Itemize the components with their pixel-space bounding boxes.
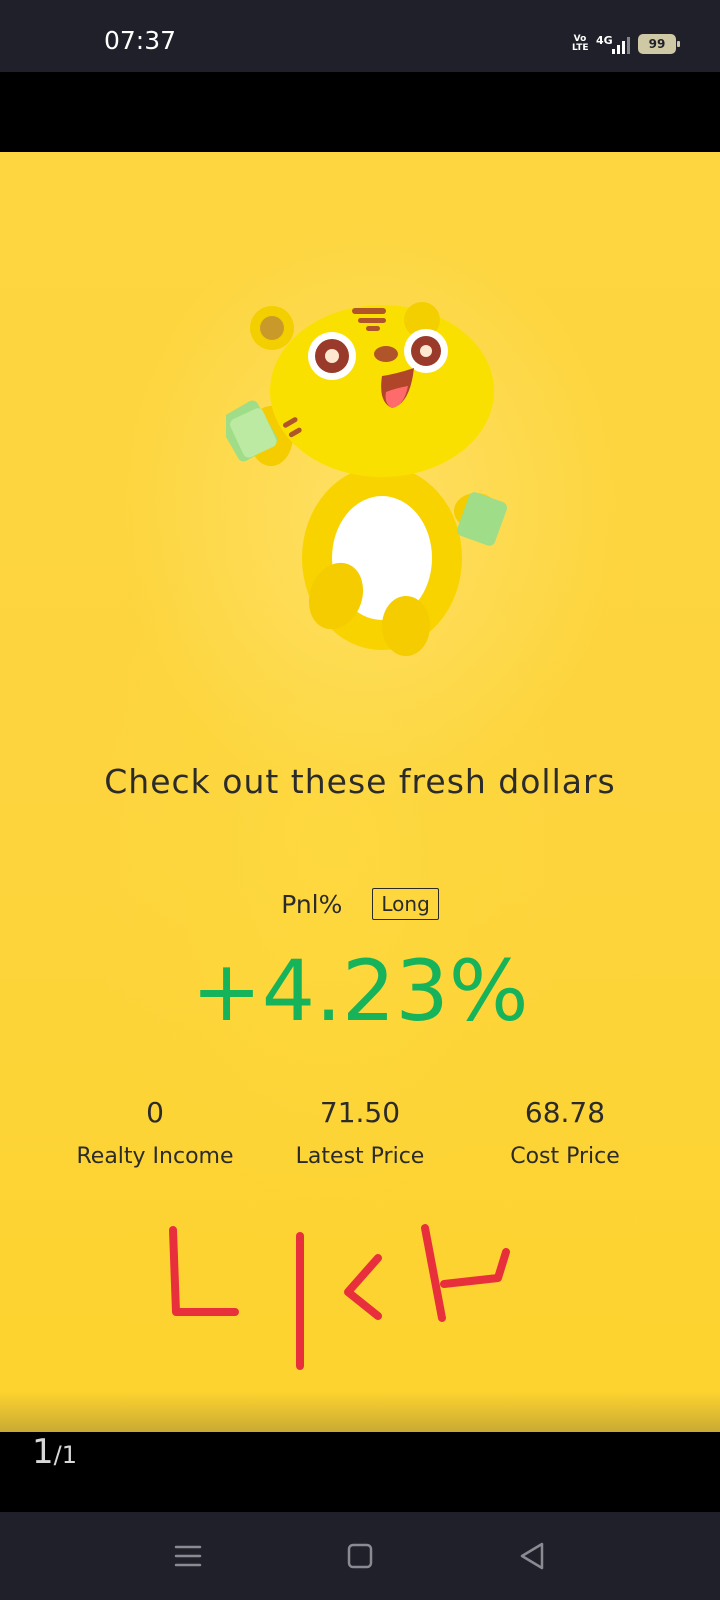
- status-bar: 07:37 Vo LTE 4G 99: [0, 0, 720, 72]
- share-card: Check out these fresh dollars Pnl% Long …: [0, 152, 720, 1432]
- stat-latest-price: 71.50 Latest Price: [260, 1096, 460, 1172]
- stat-value: 71.50: [319, 1096, 401, 1129]
- system-nav-bar: [0, 1512, 720, 1600]
- pager-bar: 1/1: [0, 1432, 720, 1512]
- back-icon[interactable]: [512, 1538, 552, 1574]
- page-indicator: 1/1: [32, 1432, 77, 1472]
- stat-label: Realty Income: [76, 1144, 234, 1169]
- stat-realty-income: 0 Realty Income: [55, 1096, 255, 1172]
- signal-icon: 4G: [596, 32, 630, 56]
- battery-icon: 99: [638, 34, 680, 54]
- tiger-mascot-illustration: [226, 302, 507, 656]
- position-badge: Long: [372, 888, 439, 920]
- stat-cost-price: 68.78 Cost Price: [465, 1096, 665, 1172]
- network-type-label: 4G: [596, 34, 613, 47]
- stat-label: Cost Price: [510, 1144, 620, 1169]
- stat-value: 68.78: [524, 1096, 606, 1129]
- page-current: 1: [32, 1432, 54, 1472]
- pnl-value: +4.23%: [191, 942, 529, 1040]
- pnl-label: Pnl%: [281, 889, 343, 919]
- top-spacer: [0, 72, 720, 152]
- status-icons: Vo LTE 4G 99: [572, 30, 680, 58]
- stat-label: Latest Price: [295, 1144, 425, 1169]
- share-headline: Check out these fresh dollars: [104, 762, 616, 801]
- menu-icon[interactable]: [168, 1538, 208, 1574]
- stat-value: 0: [146, 1096, 164, 1129]
- pnl-row: Pnl% Long: [0, 886, 720, 922]
- volte-icon: Vo LTE: [572, 34, 589, 53]
- card-bottom-shade: [0, 1392, 720, 1432]
- page-total: /1: [53, 1441, 77, 1469]
- home-icon[interactable]: [340, 1538, 380, 1574]
- status-time: 07:37: [104, 26, 177, 55]
- handwriting-scribble: [169, 1224, 510, 1370]
